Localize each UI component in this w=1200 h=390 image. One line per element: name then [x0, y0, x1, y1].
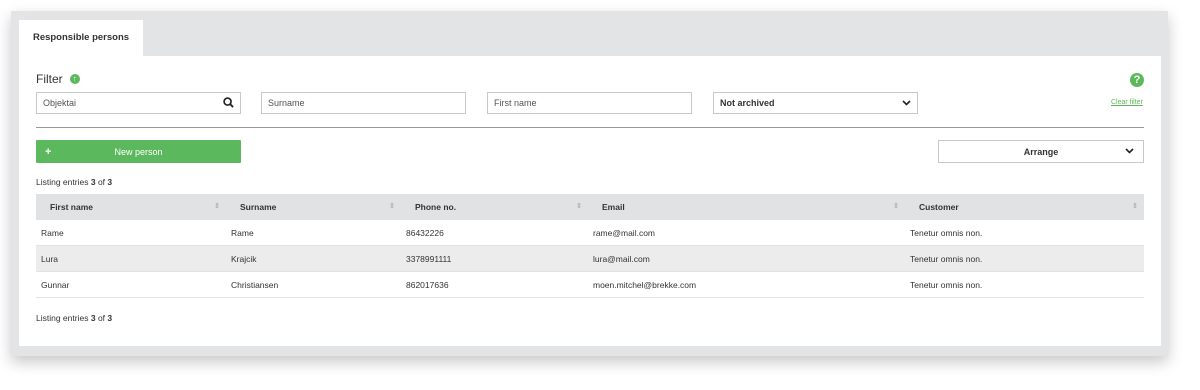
cell-customer: Tenetur omnis non.: [910, 228, 983, 238]
cell-surname: Rame: [231, 228, 254, 238]
new-person-label: New person: [114, 146, 163, 157]
table-header: First name ⇕ Surname ⇕ Phone no. ⇕ Email ⇕ C…: [36, 194, 1144, 220]
listing-count-top: Listing entries 3 of 3: [36, 177, 113, 187]
cell-phone: 862017636: [406, 280, 449, 290]
column-header-first-name[interactable]: First name ⇕: [36, 194, 226, 220]
tab-responsible-persons[interactable]: Responsible persons: [19, 20, 143, 56]
cell-surname: Christiansen: [231, 280, 279, 290]
column-header-surname[interactable]: Surname ⇕: [226, 194, 401, 220]
cell-first-name: Lura: [41, 254, 59, 264]
cell-email: rame@mail.com: [593, 228, 655, 238]
cell-email: moen.mitchel@brekke.com: [593, 280, 697, 290]
search-icon[interactable]: [223, 96, 234, 110]
filter-header: Filter ↑: [36, 72, 80, 86]
column-header-phone[interactable]: Phone no. ⇕: [401, 194, 588, 220]
cell-customer: Tenetur omnis non.: [910, 254, 983, 264]
chevron-down-icon: [902, 98, 911, 108]
cell-first-name: Gunnar: [41, 280, 70, 290]
filter-title: Filter: [36, 72, 63, 86]
help-icon[interactable]: ?: [1130, 73, 1144, 87]
table-row[interactable]: Lura Krajcik 3378991111 lura@mail.com Te…: [36, 246, 1144, 272]
cell-first-name: Rame: [41, 228, 64, 238]
firstname-filter-placeholder: First name: [494, 98, 537, 108]
clear-filter-link[interactable]: Clear filter: [1111, 99, 1143, 106]
arrange-select[interactable]: Arrange: [938, 140, 1144, 163]
cell-customer: Tenetur omnis non.: [910, 280, 983, 290]
column-header-customer[interactable]: Customer ⇕: [905, 194, 1144, 220]
cell-email: lura@mail.com: [593, 254, 650, 264]
filter-divider: [36, 127, 1144, 128]
archived-select-value: Not archived: [720, 98, 775, 108]
surname-filter-input[interactable]: Surname: [261, 92, 466, 114]
objekt-filter-placeholder: Objektai: [43, 98, 77, 108]
chevron-down-icon: [1125, 146, 1134, 156]
cell-phone: 3378991111: [406, 254, 452, 264]
persons-table: First name ⇕ Surname ⇕ Phone no. ⇕ Email ⇕ C…: [36, 194, 1144, 298]
table-row[interactable]: Gunnar Christiansen 862017636 moen.mitch…: [36, 272, 1144, 298]
new-person-button[interactable]: + New person: [36, 140, 241, 163]
sort-icon: ⇕: [214, 203, 220, 210]
sort-icon: ⇕: [389, 203, 395, 210]
collapse-up-icon[interactable]: ↑: [69, 74, 80, 84]
arrange-label: Arrange: [1023, 146, 1059, 157]
listing-count-bottom: Listing entries 3 of 3: [36, 313, 113, 323]
surname-filter-placeholder: Surname: [268, 98, 305, 108]
sort-icon: ⇕: [893, 203, 899, 210]
firstname-filter-input[interactable]: First name: [487, 92, 692, 114]
objekt-filter-input[interactable]: Objektai: [36, 92, 241, 114]
archived-select[interactable]: Not archived: [713, 92, 918, 114]
cell-surname: Krajcik: [231, 254, 257, 264]
sort-icon: ⇕: [1132, 203, 1138, 210]
column-header-email[interactable]: Email ⇕: [588, 194, 905, 220]
cell-phone: 86432226: [406, 228, 444, 238]
table-row[interactable]: Rame Rame 86432226 rame@mail.com Tenetur…: [36, 220, 1144, 246]
sort-icon: ⇕: [576, 203, 582, 210]
